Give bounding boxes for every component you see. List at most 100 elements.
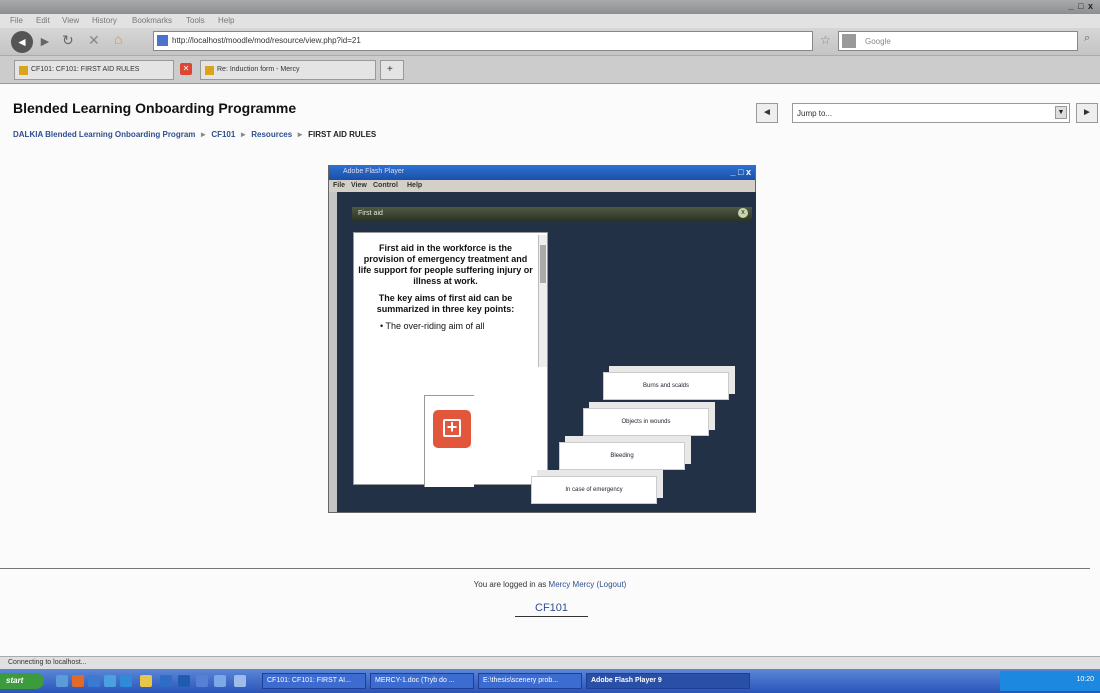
search-engine-icon[interactable]	[842, 34, 856, 48]
step-burns[interactable]: Burns and scalds	[603, 372, 729, 400]
search-icon[interactable]: ⌕	[1084, 32, 1090, 45]
status-text: Connecting to localhost...	[8, 659, 87, 666]
stop-icon[interactable]: ✕	[88, 32, 100, 49]
flash-player-window[interactable]: Adobe Flash Player _ □ x File View Contr…	[328, 165, 756, 513]
quicklaunch-icon[interactable]	[88, 675, 100, 687]
bookmark-star-icon[interactable]: ☆	[820, 33, 831, 47]
menu-edit[interactable]: Edit	[36, 16, 50, 25]
tab-label: Re: Induction form - Mercy	[217, 66, 300, 73]
lesson-text: First aid in the workforce is the provis…	[354, 233, 537, 338]
course-link[interactable]: CF101	[515, 602, 589, 617]
tab-favicon	[205, 66, 214, 75]
chevron-down-icon[interactable]: ▼	[1055, 106, 1067, 119]
tab-label: CF101: CF101: FIRST AID RULES	[31, 66, 140, 73]
taskbar-item[interactable]: CF101: CF101: FIRST AI...	[262, 673, 366, 689]
menu-file[interactable]: File	[10, 16, 23, 25]
flash-title-bar: Adobe Flash Player _ □ x	[329, 166, 755, 180]
home-icon[interactable]: ⌂	[114, 31, 122, 47]
url-text: http://localhost/moodle/mod/resource/vie…	[172, 36, 361, 45]
flash-window-title: Adobe Flash Player	[343, 168, 405, 175]
jump-select[interactable]: Jump to...	[792, 103, 1070, 123]
flash-menu-view[interactable]: View	[351, 182, 367, 189]
taskbar-item[interactable]: E:\thesis\scenery prob...	[478, 673, 582, 689]
breadcrumb-course[interactable]: CF101	[211, 130, 235, 139]
menu-bookmarks[interactable]: Bookmarks	[132, 16, 172, 25]
browser-menu-bar: File Edit View History Bookmarks Tools H…	[0, 14, 1100, 28]
quicklaunch-icon[interactable]	[178, 675, 190, 687]
tab-induction[interactable]: Re: Induction form - Mercy	[200, 60, 376, 80]
breadcrumb-resources[interactable]: Resources	[251, 130, 292, 139]
quicklaunch-icon[interactable]	[214, 675, 226, 687]
breadcrumb-separator: ►	[239, 130, 248, 139]
close-icon[interactable]: x	[738, 208, 748, 218]
search-input[interactable]: Google	[838, 31, 1078, 51]
menu-tools[interactable]: Tools	[186, 16, 205, 25]
tray-clock: 10:20	[1076, 676, 1094, 683]
menu-view[interactable]: View	[62, 16, 79, 25]
flash-menu-file[interactable]: File	[333, 182, 345, 189]
forward-icon[interactable]: ►	[38, 33, 52, 49]
breadcrumb-current: FIRST AID RULES	[308, 130, 377, 139]
step-bleeding[interactable]: Bleeding	[559, 442, 685, 470]
taskbar-item[interactable]: MERCY-1.doc (Tryb do ...	[370, 673, 474, 689]
system-tray: 10:20	[1000, 671, 1100, 691]
flash-menu-control[interactable]: Control	[373, 182, 398, 189]
flash-menu-bar: File View Control Help	[329, 180, 755, 192]
windows-taskbar: start CF101: CF101: FIRST AI... MERCY-1.…	[0, 669, 1100, 693]
quicklaunch-icon[interactable]	[160, 675, 172, 687]
menu-history[interactable]: History	[92, 16, 117, 25]
quicklaunch-icon[interactable]	[140, 675, 152, 687]
tab-bar: CF101: CF101: FIRST AID RULES ✕ Re: Indu…	[0, 56, 1100, 84]
close-tab-icon[interactable]: ✕	[180, 63, 192, 75]
breadcrumb-separator: ►	[199, 130, 208, 139]
lesson-paragraph: The key aims of first aid can be summari…	[376, 293, 515, 314]
page-title: Blended Learning Onboarding Programme	[13, 100, 297, 116]
quicklaunch-icon[interactable]	[196, 675, 208, 687]
step-emergency[interactable]: In case of emergency	[531, 476, 657, 504]
quicklaunch-icon[interactable]	[120, 675, 132, 687]
lesson-header: First aid x	[352, 207, 752, 221]
medical-cross-icon: +	[443, 418, 461, 437]
breadcrumb: DALKIA Blended Learning Onboarding Progr…	[13, 130, 376, 139]
start-button[interactable]: start	[0, 673, 44, 689]
status-bar: Connecting to localhost...	[0, 656, 1100, 669]
footer-divider	[0, 568, 1090, 569]
site-icon	[157, 35, 168, 46]
login-info: You are logged in as Mercy Mercy (Logout…	[0, 580, 1100, 589]
reload-icon[interactable]: ↻	[62, 32, 74, 49]
quicklaunch-icon[interactable]	[56, 675, 68, 687]
tab-favicon	[19, 66, 28, 75]
login-prefix: You are logged in as	[473, 580, 547, 589]
window-controls[interactable]: _ □ x	[1069, 1, 1094, 11]
lesson-paragraph: First aid in the workforce is the provis…	[358, 243, 533, 286]
quicklaunch-icon[interactable]	[104, 675, 116, 687]
first-aid-kit-icon: +	[433, 410, 471, 448]
prev-button[interactable]: ◄	[756, 103, 778, 123]
logout-link[interactable]: (Logout)	[597, 580, 627, 589]
first-aid-kit-image: +	[424, 395, 474, 487]
breadcrumb-program[interactable]: DALKIA Blended Learning Onboarding Progr…	[13, 130, 195, 139]
new-tab-button[interactable]: +	[380, 60, 404, 80]
breadcrumb-separator: ►	[296, 130, 305, 139]
back-button[interactable]: ◄	[11, 31, 33, 53]
quicklaunch-icon[interactable]	[234, 675, 246, 687]
step-objects[interactable]: Objects in wounds	[583, 408, 709, 436]
browser-title-bar: _ □ x	[0, 0, 1100, 14]
jump-navigation: ◄ Jump to... ▼ ►	[756, 103, 1098, 123]
quicklaunch-icon[interactable]	[72, 675, 84, 687]
menu-help[interactable]: Help	[218, 16, 234, 25]
address-bar[interactable]: http://localhost/moodle/mod/resource/vie…	[153, 31, 813, 51]
lesson-card: First aid in the workforce is the provis…	[353, 232, 548, 487]
scrollbar-thumb[interactable]	[540, 245, 546, 283]
user-link[interactable]: Mercy Mercy	[549, 580, 595, 589]
tab-cf101[interactable]: CF101: CF101: FIRST AID RULES	[14, 60, 174, 80]
flash-window-controls[interactable]: _ □ x	[731, 167, 751, 177]
taskbar-item-active[interactable]: Adobe Flash Player 9	[586, 673, 750, 689]
lesson-header-label: First aid	[358, 210, 383, 217]
flash-menu-help[interactable]: Help	[407, 182, 422, 189]
search-placeholder: Google	[865, 37, 891, 46]
browser-nav-bar: ◄ ► ↻ ✕ ⌂ http://localhost/moodle/mod/re…	[0, 28, 1100, 56]
flash-stage[interactable]: First aid x First aid in the workforce i…	[337, 192, 756, 512]
lesson-scrollbar[interactable]	[538, 235, 547, 367]
next-button[interactable]: ►	[1076, 103, 1098, 123]
